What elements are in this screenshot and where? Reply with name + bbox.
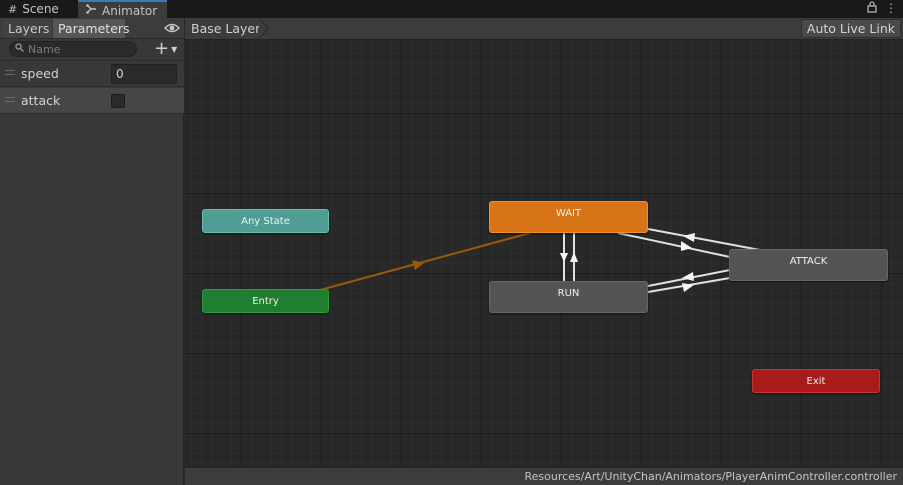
transition-attack-wait[interactable]: [647, 228, 761, 251]
transition-run-attack[interactable]: [647, 277, 731, 293]
arrow-left-icon: [683, 233, 695, 242]
state-attack[interactable]: ATTACK: [729, 249, 888, 281]
arrow-down-icon: [560, 253, 568, 262]
transition-wait-run[interactable]: [560, 233, 568, 281]
transition-wait-attack[interactable]: [617, 232, 731, 258]
state-any-state[interactable]: Any State: [202, 209, 329, 233]
state-wait[interactable]: WAIT: [489, 201, 648, 233]
transition-layer: [319, 228, 761, 293]
state-run[interactable]: RUN: [489, 281, 648, 313]
state-entry[interactable]: Entry: [202, 289, 329, 313]
status-bar: Resources/Art/UnityChan/Animators/Player…: [185, 467, 903, 485]
transition-attack-run[interactable]: [647, 269, 731, 287]
controller-path: Resources/Art/UnityChan/Animators/Player…: [524, 470, 897, 483]
transition-run-wait[interactable]: [570, 233, 578, 281]
state-exit[interactable]: Exit: [752, 369, 880, 393]
arrow-up-icon: [570, 252, 578, 262]
